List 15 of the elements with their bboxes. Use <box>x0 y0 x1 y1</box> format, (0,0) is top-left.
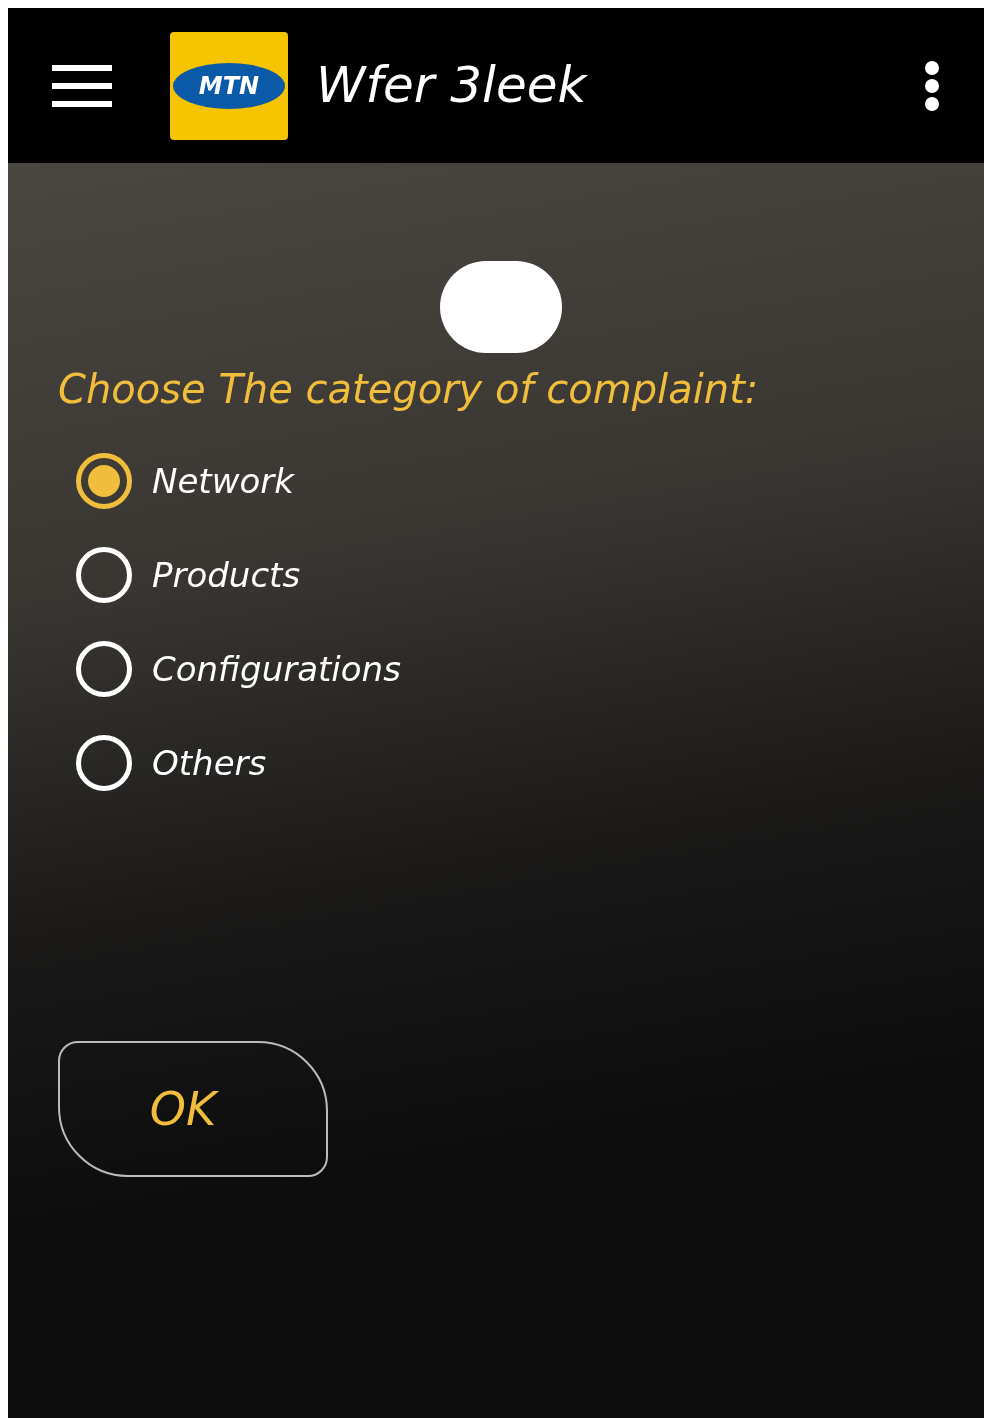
app-title: Wfer 3leek <box>316 55 587 116</box>
radio-option[interactable]: Others <box>76 735 934 791</box>
menu-icon[interactable] <box>52 62 112 109</box>
radio-option[interactable]: Configurations <box>76 641 934 697</box>
option-label: Network <box>152 459 294 503</box>
option-label: Products <box>152 553 301 597</box>
radio-button[interactable] <box>76 453 132 509</box>
question-text: Choose The category of complaint: <box>58 365 760 414</box>
ok-button[interactable]: OK <box>58 1041 328 1177</box>
radio-option[interactable]: Network <box>76 453 934 509</box>
more-icon[interactable] <box>924 59 940 112</box>
logo-text: MTN <box>198 70 260 102</box>
radio-option[interactable]: Products <box>76 547 934 603</box>
option-label: Others <box>152 741 267 785</box>
option-label: Configurations <box>152 647 401 691</box>
